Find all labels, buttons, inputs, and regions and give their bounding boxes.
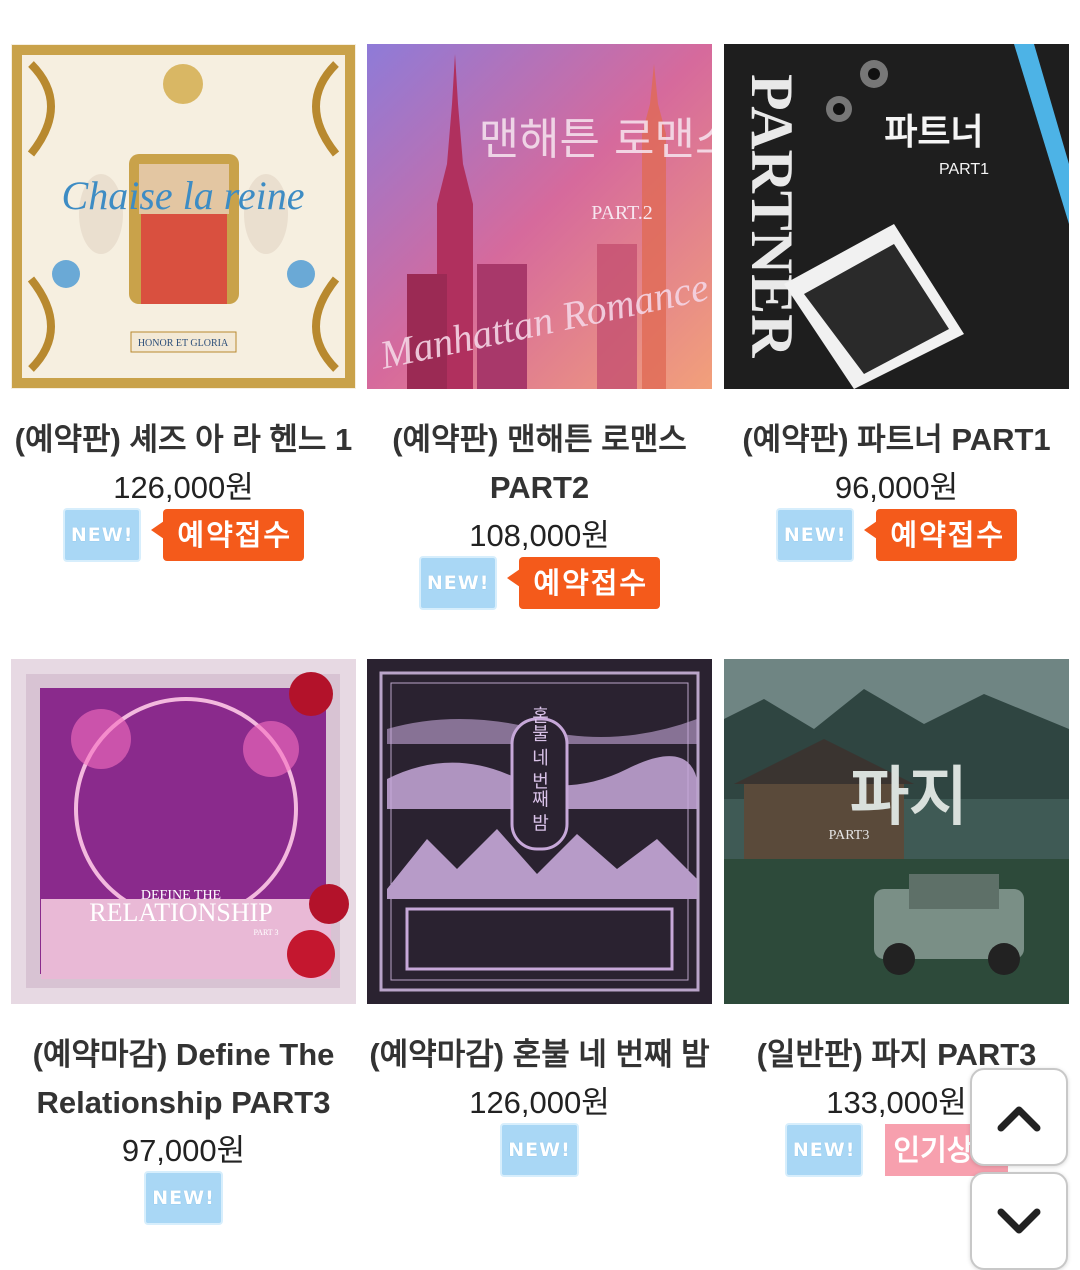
product-price: 96,000원	[834, 470, 959, 505]
new-badge: NEW!	[500, 1123, 579, 1177]
chevron-down-icon	[997, 1208, 1041, 1234]
new-badge: NEW!	[775, 508, 855, 562]
svg-text:HONOR ET GLORIA: HONOR ET GLORIA	[138, 338, 229, 349]
product-info: (예약판) 맨해튼 로맨스 PART2 108,000원 NEW! 예약접수	[367, 416, 712, 610]
new-badge: NEW!	[144, 1171, 223, 1225]
product-price: 126,000원	[469, 1085, 610, 1120]
product-cover-image[interactable]: Chaise la reine HONOR ET GLORIA	[11, 44, 356, 389]
svg-text:파지: 파지	[850, 761, 968, 835]
chevron-up-icon	[997, 1106, 1041, 1132]
product-title[interactable]: (예약판) 맨해튼 로맨스 PART2	[367, 416, 712, 512]
svg-text:파트너: 파트너	[884, 112, 983, 153]
product-title[interactable]: (예약판) 파트너 PART1	[724, 416, 1069, 464]
product-info: (예약판) 셰즈 아 라 헨느 1 126,000원 NEW! 예약접수	[11, 416, 356, 562]
product-cover-image[interactable]: 혼불 네 번째 밤	[367, 659, 712, 1004]
product-title[interactable]: (예약마감) Define The Relationship PART3	[11, 1031, 356, 1127]
product-cover-image[interactable]: 파지 PART3	[724, 659, 1069, 1004]
product-title[interactable]: (예약판) 셰즈 아 라 헨느 1	[11, 416, 356, 464]
product-cover-image[interactable]: DEFINE THE RELATIONSHIP PART 3	[11, 659, 356, 1004]
product-title[interactable]: (예약마감) 혼불 네 번째 밤	[367, 1031, 712, 1079]
product-cover-image[interactable]: 맨해튼 로맨스 PART.2 Manhattan Romance	[367, 44, 712, 389]
product-price: 108,000원	[469, 518, 610, 553]
new-badge: NEW!	[62, 508, 142, 562]
svg-text:PART 3: PART 3	[253, 928, 278, 937]
svg-text:PART.2: PART.2	[591, 202, 653, 224]
product-price: 97,000원	[121, 1133, 246, 1168]
product-cover-image[interactable]: PARTNER 파트너 PART1	[724, 44, 1069, 389]
svg-text:Chaise la reine: Chaise la reine	[62, 173, 305, 218]
scroll-down-button[interactable]	[970, 1172, 1068, 1270]
reservation-badge: 예약접수	[864, 509, 1018, 561]
reservation-badge: 예약접수	[507, 557, 661, 609]
svg-text:RELATIONSHIP: RELATIONSHIP	[89, 898, 272, 927]
svg-text:PART3: PART3	[829, 828, 870, 843]
svg-text:맨해튼 로맨스: 맨해튼 로맨스	[479, 114, 712, 165]
product-info: (예약마감) Define The Relationship PART3 97,…	[11, 1031, 356, 1225]
svg-text:PARTNER: PARTNER	[739, 74, 805, 358]
new-badge: NEW!	[784, 1123, 864, 1177]
product-info: (예약판) 파트너 PART1 96,000원 NEW! 예약접수	[724, 416, 1069, 562]
svg-text:혼불 네 번째 밤: 혼불 네 번째 밤	[529, 706, 550, 831]
new-badge: NEW!	[418, 556, 498, 610]
reservation-badge: 예약접수	[151, 509, 305, 561]
product-price: 126,000원	[113, 470, 254, 505]
scroll-up-button[interactable]	[970, 1068, 1068, 1166]
svg-text:PART1: PART1	[939, 161, 989, 178]
product-info: (예약마감) 혼불 네 번째 밤 126,000원 NEW!	[367, 1031, 712, 1177]
